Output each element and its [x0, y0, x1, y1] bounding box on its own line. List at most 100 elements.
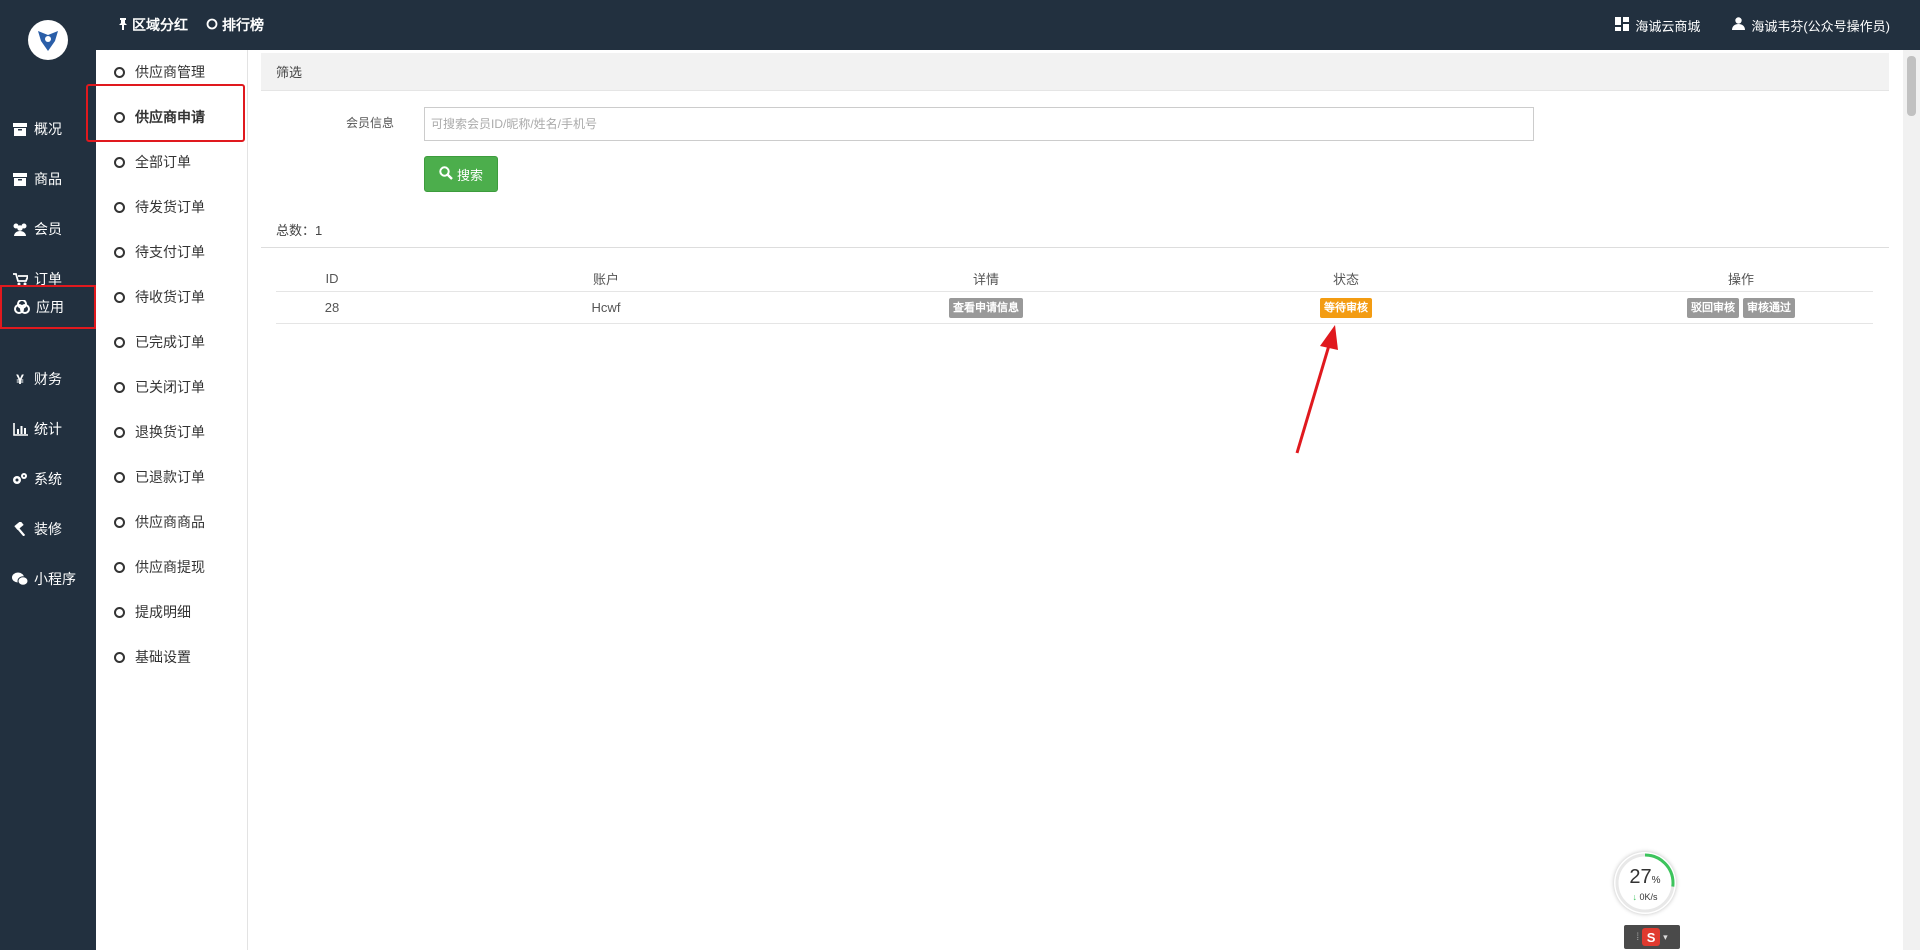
subnav-item-all-orders[interactable]: 全部订单 — [96, 142, 248, 182]
filter-header: 筛选 — [261, 53, 1889, 91]
sidebar-item-system[interactable]: 系统 — [0, 455, 96, 503]
user-label: 海诚韦芬(公众号操作员) — [1751, 18, 1890, 34]
store-label: 海诚云商城 — [1635, 18, 1701, 34]
speed-value: 0K/s — [1639, 892, 1658, 902]
subnav-item-supplier-management[interactable]: 供应商管理 — [96, 52, 248, 92]
sidebar-item-label: 概况 — [34, 121, 62, 137]
column-header-account: 账户 — [592, 271, 619, 287]
approve-review-button[interactable]: 审核通过 — [1743, 297, 1795, 318]
search-button[interactable]: 搜索 — [424, 156, 498, 192]
yen-icon: ¥ — [16, 371, 24, 387]
percent-unit: % — [1651, 875, 1661, 886]
pin-icon — [118, 17, 128, 33]
subnav-item-pending-receipt[interactable]: 待收货订单 — [96, 277, 248, 317]
view-application-button[interactable]: 查看申请信息 — [949, 297, 1023, 318]
sidebar-item-label: 财务 — [34, 371, 62, 387]
subnav-item-completed[interactable]: 已完成订单 — [96, 322, 248, 362]
sidebar-item-label: 会员 — [34, 221, 62, 237]
top-nav-label: 区域分红 — [132, 17, 188, 33]
sub-sidebar: 供应商管理 供应商申请 全部订单 待发货订单 待支付订单 待收货订单 已完成订单… — [96, 50, 248, 950]
top-right: 海诚云商城 海诚韦芬(公众号操作员) — [1615, 0, 1890, 50]
sidebar-item-finance[interactable]: ¥ 财务 — [0, 355, 96, 403]
sidebar-item-label: 应用 — [36, 299, 64, 315]
box-icon — [12, 171, 28, 187]
wechat-icon — [12, 571, 28, 587]
sidebar-item-miniprogram[interactable]: 小程序 — [0, 555, 96, 603]
network-speed-widget[interactable]: 27% ↓ 0K/s — [1614, 852, 1676, 914]
subnav-item-supplier-withdraw[interactable]: 供应商提现 — [96, 547, 248, 587]
subnav-item-label: 基础设置 — [135, 649, 191, 665]
subnav-item-label: 待收货订单 — [135, 289, 205, 305]
subnav-item-returns[interactable]: 退换货订单 — [96, 412, 248, 452]
subnav-item-supplier-goods[interactable]: 供应商商品 — [96, 502, 248, 542]
reject-review-button[interactable]: 驳回审核 — [1687, 297, 1739, 318]
top-nav-ranking[interactable]: 排行榜 — [206, 15, 264, 35]
member-info-label: 会员信息 — [346, 116, 395, 130]
circle-icon — [114, 66, 125, 78]
top-nav-regional-dividend[interactable]: 区域分红 — [118, 15, 188, 35]
table-header-row: ID 账户 详情 状态 操作 — [276, 265, 1873, 292]
store-link[interactable]: 海诚云商城 — [1615, 16, 1700, 35]
subnav-item-label: 已退款订单 — [135, 469, 205, 485]
bar-chart-icon — [12, 421, 28, 437]
annotation-arrow-icon — [1295, 325, 1338, 454]
column-header-detail: 详情 — [972, 271, 999, 287]
sidebar-item-goods[interactable]: 商品 — [0, 155, 96, 203]
member-search-input[interactable] — [424, 107, 1534, 141]
users-icon — [12, 221, 28, 237]
circle-icon — [114, 156, 125, 168]
subnav-item-label: 待发货订单 — [135, 199, 205, 215]
circle-icon — [114, 381, 125, 393]
table-row: 28 Hcwf 查看申请信息 等待审核 驳回审核 审核通过 — [276, 292, 1873, 324]
circle-icon — [114, 651, 125, 663]
subnav-item-label: 供应商申请 — [135, 109, 205, 125]
row-status: 等待审核 — [1316, 292, 1376, 323]
filter-title: 筛选 — [276, 65, 303, 80]
subnav-item-label: 全部订单 — [135, 154, 191, 170]
user-menu[interactable]: 海诚韦芬(公众号操作员) — [1732, 16, 1890, 35]
logo-icon — [34, 29, 62, 51]
subnav-item-closed[interactable]: 已关闭订单 — [96, 367, 248, 407]
sidebar-item-overview[interactable]: 概况 — [0, 105, 96, 153]
circle-icon — [114, 111, 125, 123]
box-icon — [12, 121, 28, 137]
circle-icon — [114, 201, 125, 213]
user-icon — [1732, 17, 1746, 33]
status-badge: 等待审核 — [1320, 297, 1372, 318]
subnav-item-pending-shipment[interactable]: 待发货订单 — [96, 187, 248, 227]
circle-icon — [114, 426, 125, 438]
circle-icon — [114, 606, 125, 618]
search-button-label: 搜索 — [456, 167, 483, 183]
scrollbar[interactable] — [1903, 50, 1920, 950]
sidebar-item-statistics[interactable]: 统计 — [0, 405, 96, 453]
percent-value: 27 — [1629, 866, 1652, 888]
subnav-item-supplier-application[interactable]: 供应商申请 — [96, 97, 248, 137]
gears-icon — [12, 471, 28, 487]
sidebar-item-apps[interactable]: 应用 — [0, 285, 96, 329]
sidebar-item-label: 商品 — [34, 171, 62, 187]
subnav-item-basic-settings[interactable]: 基础设置 — [96, 637, 248, 677]
circle-icon — [114, 246, 125, 258]
subnav-item-label: 已关闭订单 — [135, 379, 205, 395]
subnav-item-refunded[interactable]: 已退款订单 — [96, 457, 248, 497]
top-nav: 区域分红 排行榜 — [118, 0, 264, 50]
subnav-item-label: 待支付订单 — [135, 244, 205, 260]
subnav-item-commission-detail[interactable]: 提成明细 — [96, 592, 248, 632]
subnav-item-label: 提成明细 — [135, 604, 191, 620]
sidebar-item-label: 装修 — [34, 521, 62, 537]
sidebar-item-members[interactable]: 会员 — [0, 205, 96, 253]
hammer-icon — [12, 521, 28, 537]
column-header-actions: 操作 — [1727, 271, 1754, 287]
sidebar-item-label: 系统 — [34, 471, 62, 487]
main-sidebar: 概况 商品 会员 订单 应用 ¥ 财务 统计 系统 装修 小程序 — [0, 50, 96, 950]
dots-icon: ⁞ — [1636, 931, 1640, 943]
grid-icon — [1615, 16, 1630, 34]
scrollbar-thumb[interactable] — [1907, 56, 1916, 116]
column-header-status: 状态 — [1332, 271, 1359, 287]
ime-toolbar[interactable]: ⁞ S ▾ — [1624, 925, 1680, 949]
sidebar-item-decoration[interactable]: 装修 — [0, 505, 96, 553]
top-bar: 区域分红 排行榜 海诚云商城 海诚韦芬(公众号操作员) — [0, 0, 1920, 50]
chevron-down-icon: ▾ — [1663, 931, 1668, 942]
logo[interactable] — [28, 20, 68, 60]
subnav-item-pending-payment[interactable]: 待支付订单 — [96, 232, 248, 272]
